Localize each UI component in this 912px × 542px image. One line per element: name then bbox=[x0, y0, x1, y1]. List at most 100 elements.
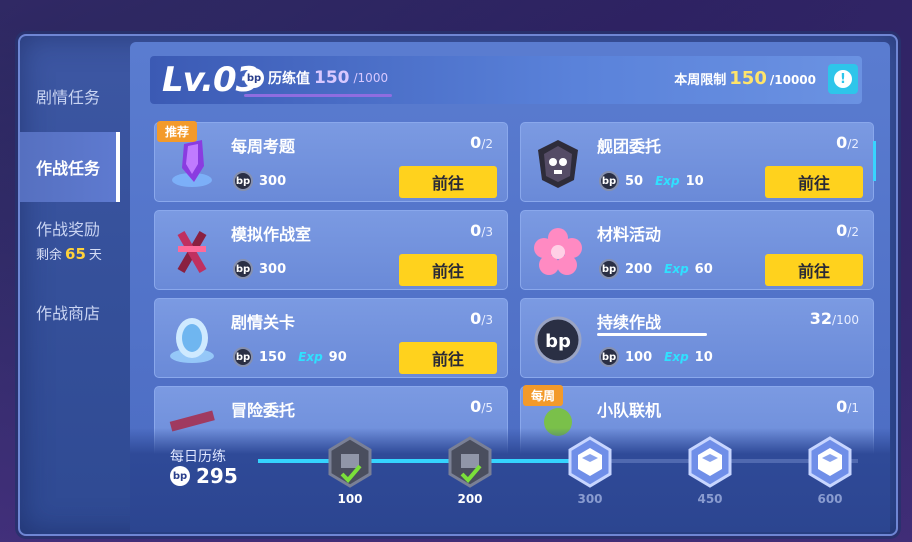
go-button[interactable]: 前往 bbox=[399, 254, 497, 286]
progress-current: 0 bbox=[836, 221, 848, 240]
task-title: 冒险委托 bbox=[231, 401, 296, 420]
task-reward: bp 300 bbox=[233, 171, 286, 191]
progress-total: /1 bbox=[847, 401, 859, 415]
progress-total: /3 bbox=[481, 225, 493, 239]
go-button[interactable]: 前往 bbox=[765, 254, 863, 286]
daily-value: 295 bbox=[196, 464, 238, 488]
sidebar-item-label: 剧情任务 bbox=[36, 88, 101, 107]
progress-current: 0 bbox=[836, 397, 848, 416]
exclamation-icon: ! bbox=[834, 70, 852, 88]
weekly-limit-value: 150 bbox=[729, 68, 767, 89]
bp-icon: bp bbox=[170, 466, 190, 486]
crossed-swords-icon bbox=[163, 223, 221, 281]
task-reward: bp 150 Exp 90 bbox=[233, 347, 347, 367]
progress-current: 32 bbox=[809, 309, 833, 328]
progress-total: /5 bbox=[481, 401, 493, 415]
crystal-icon bbox=[163, 135, 221, 193]
progress-current: 0 bbox=[836, 133, 848, 152]
milestone-200[interactable]: 200 bbox=[446, 436, 494, 506]
remaining-suffix: 天 bbox=[88, 248, 102, 263]
remaining-days: 剩余 65 天 bbox=[36, 244, 120, 263]
weekly-limit-max: /10000 bbox=[769, 73, 816, 87]
milestone-600[interactable]: 600 bbox=[806, 436, 854, 506]
bp-reward-value: 300 bbox=[259, 261, 287, 277]
task-title: 持续作战 bbox=[597, 313, 662, 332]
sidebar-item-combat-tasks[interactable]: 作战任务 bbox=[20, 132, 120, 202]
info-button[interactable]: ! bbox=[828, 64, 858, 94]
progress-total: /2 bbox=[847, 137, 859, 151]
daily-exp-bar: 每日历练 bp 295 100 200 300 450 600 bbox=[130, 428, 890, 532]
claimed-chest-icon bbox=[448, 436, 492, 488]
task-reward: bp 100 Exp 10 bbox=[599, 347, 713, 367]
daily-value-group: bp 295 bbox=[170, 464, 238, 488]
daily-track-fill bbox=[258, 459, 584, 463]
bp-reward-value: 300 bbox=[259, 173, 287, 189]
task-progress-bar bbox=[597, 333, 707, 336]
ice-egg-icon bbox=[163, 311, 221, 369]
bp-icon: bp bbox=[233, 259, 253, 279]
exp-value: 150 bbox=[314, 68, 350, 88]
bp-reward-value: 200 bbox=[625, 261, 653, 277]
task-title: 模拟作战室 bbox=[231, 225, 312, 244]
milestone-value: 300 bbox=[577, 492, 603, 506]
task-title: 材料活动 bbox=[597, 225, 662, 244]
exp-progress-bar bbox=[244, 94, 392, 97]
task-reward: bp 200 Exp 60 bbox=[599, 259, 713, 279]
bp-icon: bp bbox=[599, 171, 619, 191]
progress-total: /2 bbox=[481, 137, 493, 151]
exp-reward-value: 90 bbox=[328, 349, 347, 365]
bp-token-icon: bp bbox=[529, 311, 587, 369]
sidebar-item-combat-shop[interactable]: 作战商店 bbox=[20, 300, 120, 324]
sidebar-item-label: 作战任务 bbox=[36, 159, 101, 178]
progress-total: /100 bbox=[832, 313, 859, 327]
bp-icon: bp bbox=[599, 259, 619, 279]
go-button[interactable]: 前往 bbox=[399, 342, 497, 374]
milestone-300[interactable]: 300 bbox=[566, 436, 614, 506]
claimed-chest-icon bbox=[328, 436, 372, 488]
chest-icon bbox=[808, 436, 852, 488]
task-progress: 0/1 bbox=[836, 397, 859, 416]
task-reward: bp 300 bbox=[233, 259, 286, 279]
milestone-450[interactable]: 450 bbox=[686, 436, 734, 506]
progress-current: 0 bbox=[470, 221, 482, 240]
bp-icon: bp bbox=[233, 171, 253, 191]
bp-icon: bp bbox=[233, 347, 253, 367]
bp-reward-value: 50 bbox=[625, 173, 644, 189]
milestone-100[interactable]: 100 bbox=[326, 436, 374, 506]
exp-icon: Exp bbox=[298, 350, 323, 364]
exp-max: /1000 bbox=[353, 71, 389, 85]
task-progress: 0/2 bbox=[836, 221, 859, 240]
exp-reward-value: 60 bbox=[694, 261, 713, 277]
go-button[interactable]: 前往 bbox=[765, 166, 863, 198]
exp-group: bp 历练值 150 /1000 bbox=[244, 68, 388, 88]
task-title: 小队联机 bbox=[597, 401, 662, 420]
task-progress: 0/2 bbox=[836, 133, 859, 152]
go-button[interactable]: 前往 bbox=[399, 166, 497, 198]
chest-icon bbox=[568, 436, 612, 488]
exp-icon: Exp bbox=[655, 174, 680, 188]
sidebar-item-label: 作战商店 bbox=[36, 304, 101, 323]
remaining-days-value: 65 bbox=[65, 245, 86, 263]
task-card-simulation-room: 模拟作战室 0/3 bp 300 前往 bbox=[154, 210, 508, 290]
progress-current: 0 bbox=[470, 133, 482, 152]
chest-icon bbox=[688, 436, 732, 488]
sakura-icon bbox=[529, 223, 587, 281]
progress-total: /2 bbox=[847, 225, 859, 239]
task-progress: 0/3 bbox=[470, 309, 493, 328]
exp-label: 历练值 bbox=[268, 71, 310, 87]
task-progress: 0/3 bbox=[470, 221, 493, 240]
exp-reward-value: 10 bbox=[694, 349, 713, 365]
sidebar: 剧情任务 作战任务 作战奖励 剩余 65 天 作战商店 bbox=[20, 60, 120, 530]
bp-reward-value: 100 bbox=[625, 349, 653, 365]
sidebar-item-story-tasks[interactable]: 剧情任务 bbox=[20, 84, 120, 108]
task-card-weekly-quiz: 推荐 每周考题 0/2 bp 300 前往 bbox=[154, 121, 508, 202]
remaining-prefix: 剩余 bbox=[36, 248, 63, 263]
task-reward: bp 50 Exp 10 bbox=[599, 171, 704, 191]
exp-icon: Exp bbox=[664, 350, 689, 364]
card-accent-line bbox=[873, 141, 876, 181]
svg-text:bp: bp bbox=[545, 331, 571, 352]
progress-current: 0 bbox=[470, 397, 482, 416]
task-title: 每周考题 bbox=[231, 137, 296, 156]
sidebar-item-combat-rewards[interactable]: 作战奖励 剩余 65 天 bbox=[20, 216, 120, 263]
task-title: 舰团委托 bbox=[597, 137, 662, 156]
